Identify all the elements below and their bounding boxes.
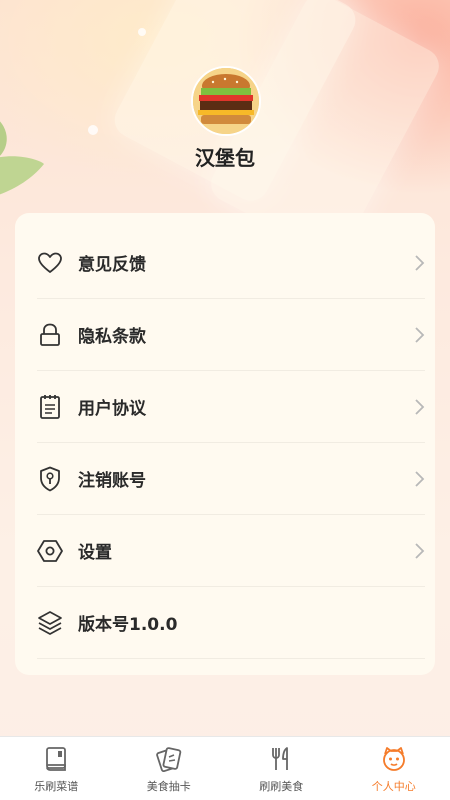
lock-icon bbox=[37, 322, 63, 348]
chevron-right-icon bbox=[415, 470, 425, 487]
hexagon-settings-icon bbox=[37, 538, 63, 564]
cards-icon bbox=[155, 747, 181, 773]
tab-label: 个人中心 bbox=[371, 780, 416, 793]
menu-item-label: 隐私条款 bbox=[78, 327, 146, 347]
tab-browse-food[interactable]: 刷刷美食 bbox=[225, 737, 338, 800]
tab-food-cards[interactable]: 美食抽卡 bbox=[113, 737, 226, 800]
menu-item-feedback[interactable]: 意见反馈 bbox=[37, 227, 425, 299]
tab-label: 美食抽卡 bbox=[146, 780, 191, 793]
menu-card: 意见反馈 隐私条款 用户协议 注销账号 设置 版本号1.0.0 bbox=[15, 213, 435, 675]
menu-item-settings[interactable]: 设置 bbox=[37, 515, 425, 587]
menu-item-delete-account[interactable]: 注销账号 bbox=[37, 443, 425, 515]
background-sparkle bbox=[138, 28, 146, 36]
app-version-label: 版本号1.0.0 bbox=[78, 615, 178, 635]
shield-key-icon bbox=[37, 466, 63, 492]
menu-item-label: 用户协议 bbox=[78, 399, 146, 419]
book-icon bbox=[46, 747, 67, 771]
tab-personal-center[interactable]: 个人中心 bbox=[338, 737, 450, 800]
chevron-right-icon bbox=[415, 326, 425, 343]
burger-avatar-icon bbox=[193, 68, 259, 134]
bottom-tab-bar: 乐刷菜谱 美食抽卡 刷刷美食 个人中心 bbox=[0, 736, 450, 800]
face-icon bbox=[382, 747, 405, 771]
chevron-right-icon bbox=[415, 254, 425, 271]
fork-knife-icon bbox=[272, 747, 289, 770]
menu-item-label: 注销账号 bbox=[78, 471, 146, 491]
chevron-right-icon bbox=[415, 398, 425, 415]
tab-label: 乐刷菜谱 bbox=[34, 780, 79, 793]
background-sparkle bbox=[88, 125, 98, 135]
document-icon bbox=[37, 394, 63, 420]
menu-item-version: 版本号1.0.0 bbox=[37, 587, 425, 659]
chevron-right-icon bbox=[415, 542, 425, 559]
tab-recipes[interactable]: 乐刷菜谱 bbox=[0, 737, 113, 800]
tab-label: 刷刷美食 bbox=[259, 780, 304, 793]
user-nickname: 汉堡包 bbox=[195, 146, 255, 170]
heart-icon bbox=[37, 250, 63, 276]
menu-item-label: 意见反馈 bbox=[78, 255, 146, 275]
layers-icon bbox=[37, 610, 63, 636]
menu-item-privacy[interactable]: 隐私条款 bbox=[37, 299, 425, 371]
menu-item-label: 设置 bbox=[78, 543, 112, 563]
menu-item-user-agreement[interactable]: 用户协议 bbox=[37, 371, 425, 443]
avatar[interactable] bbox=[191, 66, 261, 136]
